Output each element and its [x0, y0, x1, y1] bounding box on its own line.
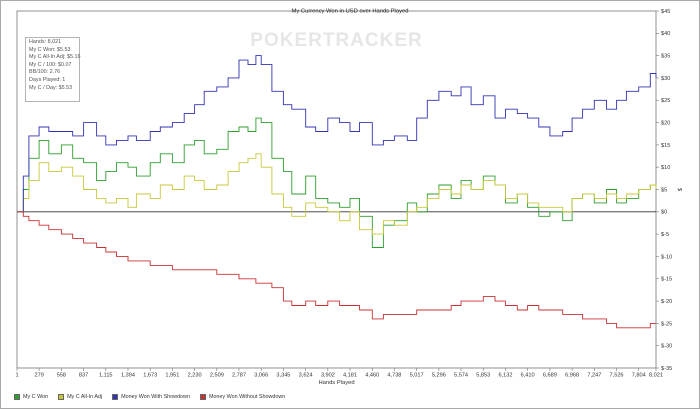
x-tick-label: 5,574 — [454, 373, 468, 379]
legend-swatch-showdown — [112, 394, 119, 400]
x-tick-label: 1,951 — [165, 373, 179, 379]
x-tick-label: 4,738 — [387, 373, 401, 379]
x-tick-label: 1 — [15, 373, 18, 379]
x-tick-label: 7,526 — [610, 373, 624, 379]
x-tick-label: 279 — [34, 373, 43, 379]
legend-swatch-allin-adj — [58, 394, 65, 400]
legend-label-showdown: Money Won With Showdown — [121, 394, 190, 400]
x-tick-label: 558 — [57, 373, 66, 379]
y-tick-label: $-15 — [661, 277, 672, 283]
y-tick-label: $45 — [661, 9, 670, 15]
x-tick-label: 6,968 — [565, 373, 579, 379]
x-tick-label: 837 — [79, 373, 88, 379]
x-tick-label: 2,230 — [188, 373, 202, 379]
legend-item-showdown[interactable]: Money Won With Showdown — [112, 394, 190, 400]
y-tick-label: $5 — [661, 187, 667, 193]
y-tick-label: $15 — [661, 143, 670, 149]
chart-canvas: POKERTRACKER My Currency Won in USD over … — [15, 9, 682, 387]
x-tick-label: 8,021 — [649, 373, 663, 379]
x-tick-label: 7,804 — [632, 373, 646, 379]
x-tick-label: 2,787 — [232, 373, 246, 379]
plot-area — [16, 10, 657, 369]
y-tick-label: $35 — [661, 54, 670, 60]
x-tick-label: 5,017 — [410, 373, 424, 379]
y-tick-label: $-5 — [661, 232, 669, 238]
stat-bb-100: BB/100: 2.76 — [29, 69, 61, 76]
legend-label-won: My C Won — [23, 394, 49, 400]
x-tick-label: 7,247 — [587, 373, 601, 379]
legend-swatch-won — [14, 394, 20, 400]
y-tick-label: $-30 — [661, 344, 672, 350]
y-tick-label: $40 — [661, 31, 670, 37]
y-tick-label: $-10 — [661, 254, 672, 260]
x-tick-label: 3,066 — [254, 373, 268, 379]
stat-hands: Hands: 8,021 — [29, 39, 62, 45]
y-tick-label: $0 — [661, 210, 667, 216]
y-tick-label: $-25 — [661, 321, 672, 327]
legend-item-allin-adj[interactable]: My C All-In Adj — [58, 394, 102, 400]
stat-per-100: My C / 100: $0.07 — [29, 61, 72, 68]
watermark: POKERTRACKER — [250, 30, 422, 51]
legend: My C Won My C All-In Adj Money Won With … — [14, 392, 295, 402]
x-tick-label: 4,460 — [365, 373, 379, 379]
y-tick-label: $-35 — [661, 366, 672, 372]
x-tick-label: 1,115 — [99, 373, 113, 379]
stat-days-played: Days Played: 1 — [29, 76, 66, 83]
y-tick-label: $-20 — [661, 299, 672, 305]
x-tick-label: 6,689 — [543, 373, 557, 379]
legend-swatch-no-showdown — [199, 394, 206, 400]
y-axis-label: $ — [676, 188, 682, 192]
x-tick-label: 5,853 — [476, 373, 490, 379]
stat-per-day: My C / Day: $5.53 — [29, 84, 73, 91]
x-tick-label: 3,345 — [276, 373, 290, 379]
x-tick-label: 1,673 — [143, 373, 157, 379]
stat-allin-adj: My C All-In Adj: $5.16 — [29, 54, 81, 61]
legend-item-no-showdown[interactable]: Money Won Without Showdown — [199, 394, 286, 400]
x-tick-label: 2,509 — [210, 373, 224, 379]
legend-label-allin-adj: My C All-In Adj — [67, 394, 103, 400]
y-tick-label: $25 — [661, 98, 670, 104]
x-tick-label: 1,394 — [121, 373, 135, 379]
x-tick-label: 3,902 — [321, 373, 335, 379]
x-tick-label: 4,181 — [343, 373, 357, 379]
legend-label-no-showdown: Money Won Without Showdown — [208, 394, 286, 400]
y-tick-label: $30 — [661, 76, 670, 82]
stat-won: My C Won: $5.53 — [29, 46, 71, 53]
x-axis-label: Hands Played — [318, 380, 354, 386]
y-tick-label: $10 — [661, 165, 670, 171]
x-tick-label: 6,132 — [498, 373, 512, 379]
x-tick-label: 5,296 — [432, 373, 446, 379]
x-tick-label: 6,410 — [521, 373, 535, 379]
chart-title: My Currency Won in USD over Hands Played — [292, 9, 409, 15]
x-tick-label: 3,624 — [299, 373, 313, 379]
stats-box: Hands: 8,021 My C Won: $5.53 My C All-In… — [25, 37, 81, 102]
legend-item-won[interactable]: My C Won — [14, 394, 48, 400]
y-tick-label: $20 — [661, 120, 670, 126]
